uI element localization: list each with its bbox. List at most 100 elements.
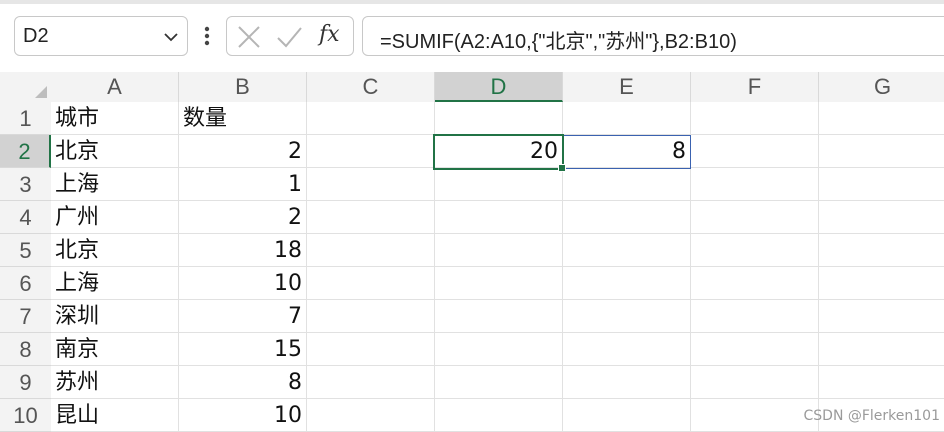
cell-c4[interactable] bbox=[307, 201, 435, 234]
cell-c8[interactable] bbox=[307, 333, 435, 366]
close-icon[interactable] bbox=[235, 23, 263, 51]
column-header-b[interactable]: B bbox=[179, 72, 307, 102]
name-box[interactable]: D2 bbox=[14, 16, 188, 56]
formula-input[interactable]: =SUMIF(A2:A10,{"北京","苏州"},B2:B10) bbox=[362, 16, 944, 56]
row-header-8[interactable]: 8 bbox=[0, 333, 51, 366]
cell-f9[interactable] bbox=[691, 366, 819, 399]
check-icon[interactable] bbox=[275, 23, 303, 51]
row-header-1[interactable]: 1 bbox=[0, 102, 51, 135]
formula-buttons: fx bbox=[226, 16, 354, 56]
cell-f6[interactable] bbox=[691, 267, 819, 300]
cell-e8[interactable] bbox=[563, 333, 691, 366]
cell-e3[interactable] bbox=[563, 168, 691, 201]
cell-a7[interactable]: 深圳 bbox=[51, 300, 179, 333]
cell-b10[interactable]: 10 bbox=[179, 399, 307, 432]
cell-b6[interactable]: 10 bbox=[179, 267, 307, 300]
cell-f5[interactable] bbox=[691, 234, 819, 267]
cell-b3[interactable]: 1 bbox=[179, 168, 307, 201]
column-header-e[interactable]: E bbox=[563, 72, 691, 102]
top-border bbox=[0, 0, 944, 4]
chevron-down-icon[interactable] bbox=[163, 29, 179, 45]
cell-d10[interactable] bbox=[435, 399, 563, 432]
cell-b5[interactable]: 18 bbox=[179, 234, 307, 267]
cell-a6[interactable]: 上海 bbox=[51, 267, 179, 300]
cell-g2[interactable] bbox=[819, 135, 944, 168]
row-header-5[interactable]: 5 bbox=[0, 234, 51, 267]
row-header-7[interactable]: 7 bbox=[0, 300, 51, 333]
cell-c9[interactable] bbox=[307, 366, 435, 399]
cell-a5[interactable]: 北京 bbox=[51, 234, 179, 267]
column-header-c[interactable]: C bbox=[307, 72, 435, 102]
cell-b2[interactable]: 2 bbox=[179, 135, 307, 168]
column-header-f[interactable]: F bbox=[691, 72, 819, 102]
cell-f1[interactable] bbox=[691, 102, 819, 135]
row-header-6[interactable]: 6 bbox=[0, 267, 51, 300]
cell-c3[interactable] bbox=[307, 168, 435, 201]
cell-d2[interactable]: 20 bbox=[435, 135, 563, 168]
cell-c10[interactable] bbox=[307, 399, 435, 432]
cell-g3[interactable] bbox=[819, 168, 944, 201]
cell-a3[interactable]: 上海 bbox=[51, 168, 179, 201]
cell-f10[interactable] bbox=[691, 399, 819, 432]
cell-d4[interactable] bbox=[435, 201, 563, 234]
cell-e1[interactable] bbox=[563, 102, 691, 135]
cell-e6[interactable] bbox=[563, 267, 691, 300]
cell-e7[interactable] bbox=[563, 300, 691, 333]
column-header-a[interactable]: A bbox=[51, 72, 179, 102]
cell-e10[interactable] bbox=[563, 399, 691, 432]
row-header-9[interactable]: 9 bbox=[0, 366, 51, 399]
cell-d3[interactable] bbox=[435, 168, 563, 201]
watermark: CSDN @Flerken101 bbox=[803, 408, 941, 424]
cell-g8[interactable] bbox=[819, 333, 944, 366]
select-all-corner[interactable] bbox=[0, 72, 51, 102]
cell-d6[interactable] bbox=[435, 267, 563, 300]
cell-e5[interactable] bbox=[563, 234, 691, 267]
cell-d7[interactable] bbox=[435, 300, 563, 333]
column-header-g[interactable]: G bbox=[819, 72, 944, 102]
row-header-10[interactable]: 10 bbox=[0, 399, 51, 432]
formula-text[interactable]: =SUMIF(A2:A10,{"北京","苏州"},B2:B10) bbox=[380, 25, 737, 54]
column-header-d[interactable]: D bbox=[435, 72, 563, 102]
cell-b7[interactable]: 7 bbox=[179, 300, 307, 333]
cell-g5[interactable] bbox=[819, 234, 944, 267]
cell-b4[interactable]: 2 bbox=[179, 201, 307, 234]
name-box-value[interactable]: D2 bbox=[23, 25, 49, 48]
insert-function-button[interactable]: fx bbox=[319, 22, 340, 47]
cell-d5[interactable] bbox=[435, 234, 563, 267]
cell-a9[interactable]: 苏州 bbox=[51, 366, 179, 399]
cell-e4[interactable] bbox=[563, 201, 691, 234]
cell-b1[interactable]: 数量 bbox=[179, 102, 307, 135]
row-header-4[interactable]: 4 bbox=[0, 201, 51, 234]
cell-f7[interactable] bbox=[691, 300, 819, 333]
fill-handle[interactable] bbox=[558, 164, 566, 172]
cell-f8[interactable] bbox=[691, 333, 819, 366]
cell-d1[interactable] bbox=[435, 102, 563, 135]
cell-g6[interactable] bbox=[819, 267, 944, 300]
cell-c1[interactable] bbox=[307, 102, 435, 135]
cell-b8[interactable]: 15 bbox=[179, 333, 307, 366]
cell-b9[interactable]: 8 bbox=[179, 366, 307, 399]
cell-f3[interactable] bbox=[691, 168, 819, 201]
cell-a1[interactable]: 城市 bbox=[51, 102, 179, 135]
more-options-icon[interactable] bbox=[200, 26, 214, 48]
cell-a2[interactable]: 北京 bbox=[51, 135, 179, 168]
cell-e9[interactable] bbox=[563, 366, 691, 399]
cell-a10[interactable]: 昆山 bbox=[51, 399, 179, 432]
cell-c5[interactable] bbox=[307, 234, 435, 267]
cell-c6[interactable] bbox=[307, 267, 435, 300]
cell-f4[interactable] bbox=[691, 201, 819, 234]
cell-c2[interactable] bbox=[307, 135, 435, 168]
cell-g4[interactable] bbox=[819, 201, 944, 234]
row-header-2[interactable]: 2 bbox=[0, 135, 51, 168]
cell-a4[interactable]: 广州 bbox=[51, 201, 179, 234]
cell-g1[interactable] bbox=[819, 102, 944, 135]
cell-g9[interactable] bbox=[819, 366, 944, 399]
cell-d8[interactable] bbox=[435, 333, 563, 366]
row-header-3[interactable]: 3 bbox=[0, 168, 51, 201]
cell-f2[interactable] bbox=[691, 135, 819, 168]
cell-d9[interactable] bbox=[435, 366, 563, 399]
cell-e2[interactable]: 8 bbox=[563, 135, 691, 168]
cell-g7[interactable] bbox=[819, 300, 944, 333]
cell-a8[interactable]: 南京 bbox=[51, 333, 179, 366]
cell-c7[interactable] bbox=[307, 300, 435, 333]
